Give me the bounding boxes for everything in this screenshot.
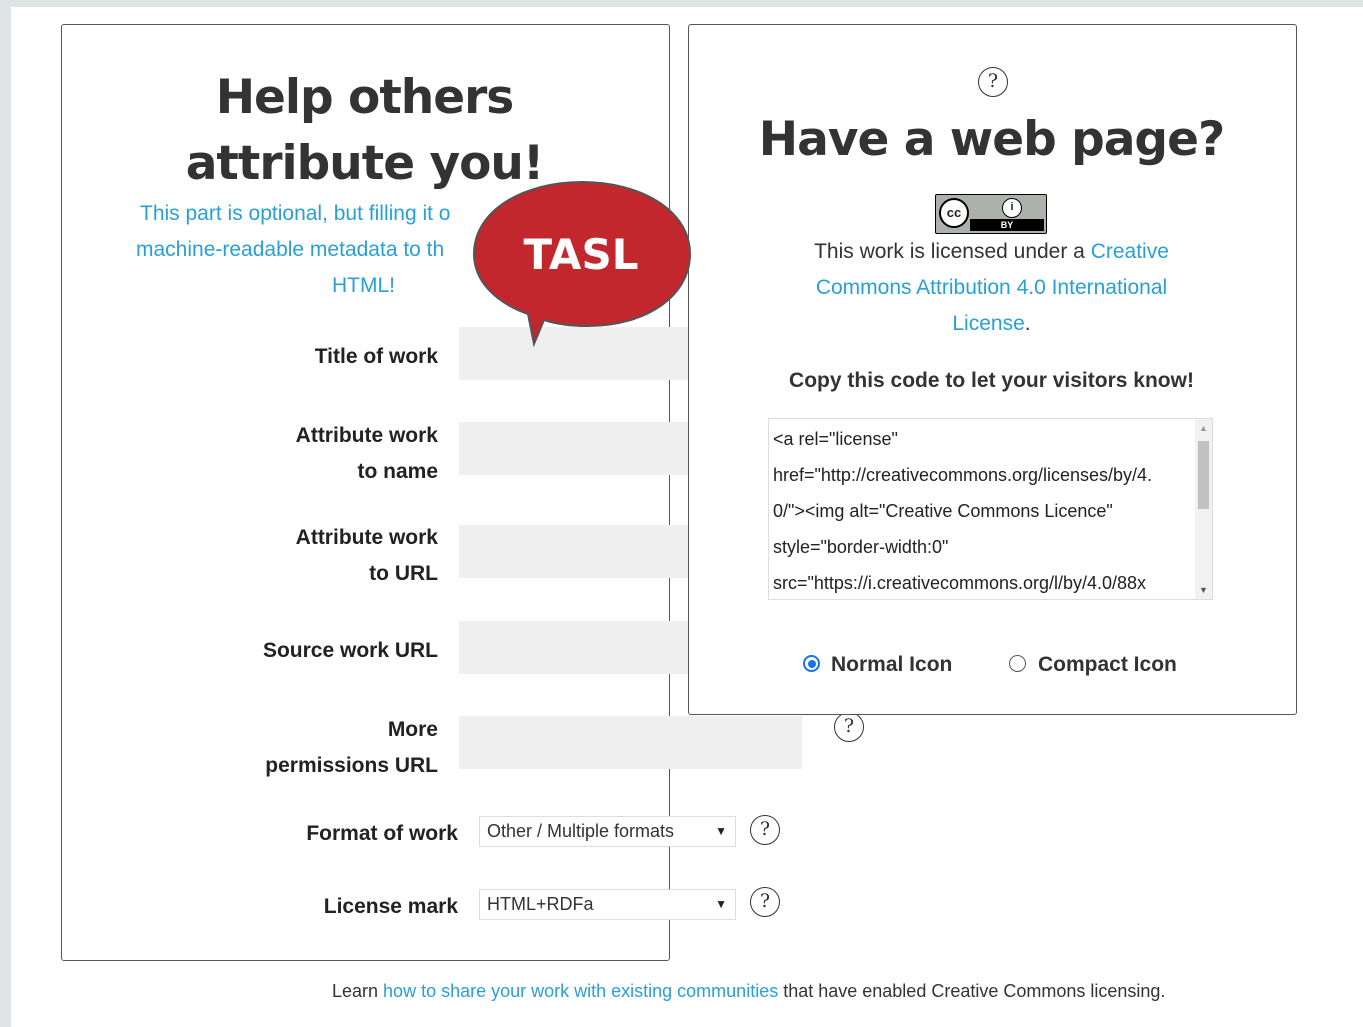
license-link-part3[interactable]: License <box>952 312 1024 335</box>
more-permissions-input[interactable] <box>459 716 802 769</box>
attribution-person-icon: i <box>1002 198 1022 218</box>
communities-link[interactable]: how to share your work with existing com… <box>383 981 778 1001</box>
scroll-up-icon[interactable]: ▲ <box>1199 423 1208 433</box>
top-gutter <box>0 0 1363 7</box>
cc-logo-icon: cc <box>939 198 969 228</box>
page: Help others attribute you! This part is … <box>0 0 1363 1027</box>
more-permissions-label-line1: More <box>387 718 438 741</box>
attribute-name-label-line1: Attribute work <box>295 424 438 447</box>
intro-line-1: This part is optional, but filling it o <box>140 202 451 225</box>
license-statement-line1: This work is licensed under a Creative <box>688 240 1295 264</box>
license-mark-selected-value: HTML+RDFa <box>487 894 594 914</box>
footer-suffix: that have enabled Creative Commons licen… <box>778 981 1166 1001</box>
license-prefix: This work is licensed under a <box>814 240 1091 263</box>
badge-by-label: BY <box>1000 220 1014 230</box>
license-suffix: . <box>1024 312 1031 335</box>
license-statement-line3: License. <box>688 312 1295 336</box>
compact-icon-radio[interactable] <box>1009 655 1026 672</box>
web-page-help-icon[interactable]: ? <box>978 67 1008 97</box>
more-permissions-help-icon[interactable]: ? <box>834 712 864 742</box>
code-line: 0/"><img alt="Creative Commons Licence" <box>773 501 1113 521</box>
chevron-down-icon: ▼ <box>715 824 727 838</box>
license-mark-select[interactable]: HTML+RDFa ▼ <box>479 889 736 920</box>
code-line: style="border-width:0" <box>773 537 949 557</box>
scroll-thumb[interactable] <box>1198 441 1209 509</box>
left-gutter <box>0 0 11 1027</box>
attribution-heading-line1: Help others <box>215 70 515 125</box>
embed-code-textarea[interactable]: <a rel="license" href="http://creativeco… <box>768 418 1213 600</box>
cc-by-badge[interactable]: cc i BY <box>935 194 1047 234</box>
attribute-name-label-line2: to name <box>357 460 438 483</box>
license-link-part1[interactable]: Creative <box>1091 240 1169 263</box>
format-help-icon[interactable]: ? <box>750 815 780 845</box>
code-line: src="https://i.creativecommons.org/l/by/… <box>773 573 1147 593</box>
intro-line-2: machine-readable metadata to th <box>136 238 445 261</box>
license-link-part2[interactable]: Commons Attribution 4.0 International <box>816 276 1167 299</box>
title-of-work-label: Title of work <box>314 345 438 368</box>
compact-icon-label[interactable]: Compact Icon <box>1038 653 1177 677</box>
license-mark-label: License mark <box>323 895 458 918</box>
footer-prefix: Learn <box>332 981 384 1001</box>
footer-text: Learn how to share your work with existi… <box>332 981 1165 1002</box>
format-selected-value: Other / Multiple formats <box>487 821 675 841</box>
more-permissions-label-line2: permissions URL <box>265 754 438 777</box>
license-statement-line2: Commons Attribution 4.0 International <box>688 276 1295 300</box>
code-line: href="http://creativecommons.org/license… <box>773 465 1153 485</box>
web-page-heading: Have a web page? <box>758 112 1225 167</box>
copy-code-prompt: Copy this code to let your visitors know… <box>789 369 1194 392</box>
chevron-down-icon: ▼ <box>715 897 727 911</box>
attribute-url-label-line2: to URL <box>369 562 438 585</box>
scroll-down-icon[interactable]: ▼ <box>1199 585 1208 595</box>
source-url-label: Source work URL <box>262 639 438 662</box>
license-mark-help-icon[interactable]: ? <box>750 887 780 917</box>
normal-icon-radio[interactable] <box>803 655 820 672</box>
format-select[interactable]: Other / Multiple formats ▼ <box>479 816 736 847</box>
normal-icon-label[interactable]: Normal Icon <box>831 653 952 677</box>
format-label: Format of work <box>306 822 458 845</box>
attribute-url-label-line1: Attribute work <box>295 526 438 549</box>
code-scrollbar[interactable]: ▲ ▼ <box>1195 419 1212 599</box>
code-line: <a rel="license" <box>773 429 898 449</box>
intro-line-3: HTML! <box>332 274 395 297</box>
tasl-label: TASL <box>523 230 639 279</box>
